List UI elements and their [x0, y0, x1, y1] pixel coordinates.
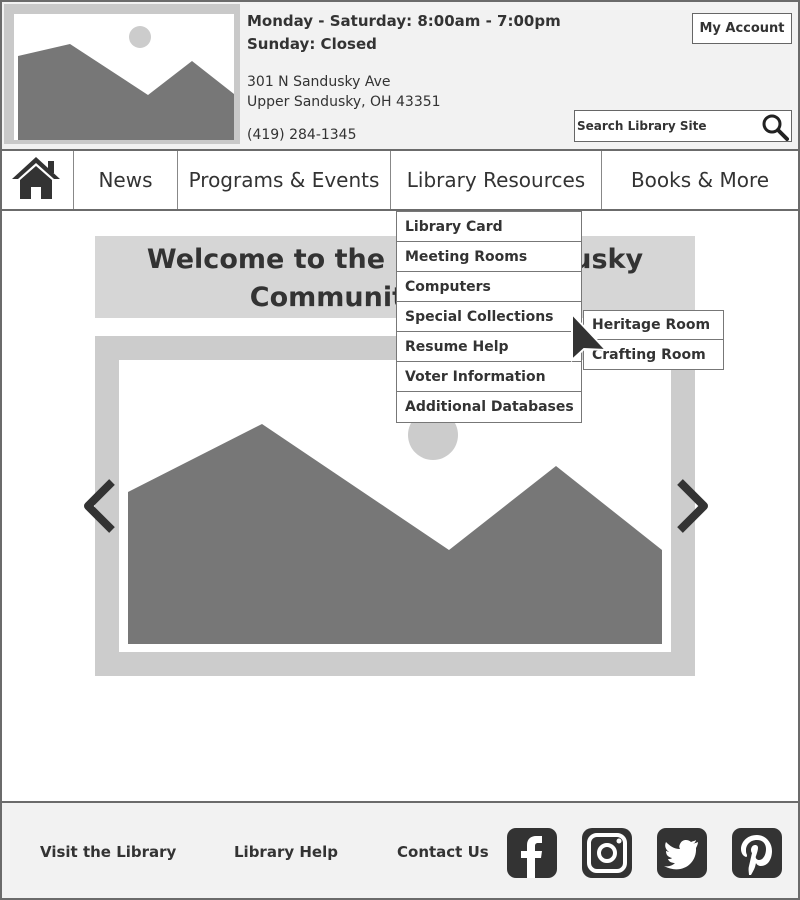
- nav-news[interactable]: News: [74, 151, 178, 209]
- nav-home[interactable]: [2, 151, 74, 209]
- library-resources-dropdown: Library Card Meeting Rooms Computers Spe…: [396, 211, 582, 423]
- chevron-right-icon[interactable]: [672, 478, 712, 534]
- main-navigation: News Programs & Events Library Resources…: [2, 149, 798, 211]
- facebook-icon[interactable]: [506, 827, 558, 879]
- hours-weekday: Monday - Saturday: 8:00am - 7:00pm: [247, 12, 561, 30]
- carousel-image-placeholder-icon: [119, 360, 671, 652]
- hours-sunday: Sunday: Closed: [247, 35, 377, 53]
- address-line1: 301 N Sandusky Ave: [247, 74, 391, 90]
- mouse-cursor-icon: [571, 312, 609, 363]
- twitter-icon[interactable]: [656, 827, 708, 879]
- image-placeholder-icon: [14, 14, 234, 140]
- search-input[interactable]: [575, 111, 760, 141]
- search-icon[interactable]: [761, 113, 789, 141]
- dropdown-item-resume-help[interactable]: Resume Help: [397, 332, 581, 362]
- dropdown-item-additional-databases[interactable]: Additional Databases: [397, 392, 581, 422]
- footer-link-visit[interactable]: Visit the Library: [40, 843, 176, 861]
- pinterest-icon[interactable]: [731, 827, 783, 879]
- nav-programs-events[interactable]: Programs & Events: [178, 151, 391, 209]
- search-box: [574, 110, 792, 142]
- footer-link-help[interactable]: Library Help: [234, 843, 338, 861]
- instagram-icon[interactable]: [581, 827, 633, 879]
- dropdown-item-special-collections[interactable]: Special Collections: [397, 302, 581, 332]
- home-icon: [12, 157, 60, 199]
- library-address: 301 N Sandusky Ave Upper Sandusky, OH 43…: [247, 72, 441, 112]
- footer-link-contact[interactable]: Contact Us: [397, 843, 489, 861]
- address-line2: Upper Sandusky, OH 43351: [247, 94, 441, 110]
- image-carousel: [95, 336, 695, 676]
- welcome-banner: Welcome to the Upper Sandusky Community …: [95, 236, 695, 318]
- site-footer: Visit the Library Library Help Contact U…: [2, 801, 798, 898]
- dropdown-item-computers[interactable]: Computers: [397, 272, 581, 302]
- my-account-button[interactable]: My Account: [692, 13, 792, 44]
- library-logo[interactable]: [4, 4, 240, 144]
- opening-hours: Monday - Saturday: 8:00am - 7:00pm Sunda…: [247, 10, 561, 56]
- dropdown-item-meeting-rooms[interactable]: Meeting Rooms: [397, 242, 581, 272]
- dropdown-item-library-card[interactable]: Library Card: [397, 212, 581, 242]
- nav-library-resources[interactable]: Library Resources: [391, 151, 602, 209]
- site-header: Monday - Saturday: 8:00am - 7:00pm Sunda…: [2, 2, 798, 149]
- library-phone: (419) 284-1345: [247, 127, 357, 143]
- nav-books-more[interactable]: Books & More: [602, 151, 798, 209]
- dropdown-item-voter-information[interactable]: Voter Information: [397, 362, 581, 392]
- chevron-left-icon[interactable]: [80, 478, 120, 534]
- welcome-line1: Welcome to the Upper Sandusky: [146, 244, 644, 275]
